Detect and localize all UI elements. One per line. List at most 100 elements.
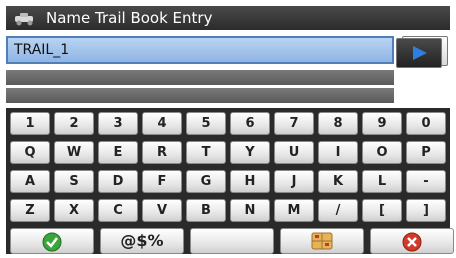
title-bar: Name Trail Book Entry bbox=[6, 6, 450, 30]
key[interactable]: 0 bbox=[406, 112, 446, 135]
keyboard-layout-icon bbox=[311, 232, 333, 250]
key-label: 3 bbox=[113, 116, 123, 131]
key-label: P bbox=[421, 145, 431, 160]
key[interactable]: M bbox=[274, 199, 314, 222]
key[interactable]: 7 bbox=[274, 112, 314, 135]
key[interactable]: D bbox=[98, 170, 138, 193]
key-label: 1 bbox=[25, 116, 35, 131]
key-label: G bbox=[200, 174, 212, 189]
key-label: 6 bbox=[245, 116, 255, 131]
key[interactable]: Q bbox=[10, 141, 50, 164]
key-label: 5 bbox=[201, 116, 211, 131]
key-label: V bbox=[156, 203, 168, 218]
key[interactable]: S bbox=[54, 170, 94, 193]
key[interactable]: R bbox=[142, 141, 182, 164]
key[interactable]: 5 bbox=[186, 112, 226, 135]
play-arrow-icon bbox=[413, 46, 427, 60]
key[interactable]: / bbox=[318, 199, 358, 222]
key[interactable]: G bbox=[186, 170, 226, 193]
key[interactable]: B bbox=[186, 199, 226, 222]
key-label: B bbox=[201, 203, 211, 218]
key[interactable]: 1 bbox=[10, 112, 50, 135]
key[interactable]: W bbox=[54, 141, 94, 164]
checkmark-icon bbox=[42, 232, 62, 252]
key[interactable]: 6 bbox=[230, 112, 270, 135]
key[interactable]: 9 bbox=[362, 112, 402, 135]
next-button[interactable] bbox=[396, 38, 442, 68]
key[interactable]: H bbox=[230, 170, 270, 193]
key[interactable]: K bbox=[318, 170, 358, 193]
key[interactable]: P bbox=[406, 141, 446, 164]
key-label: L bbox=[377, 174, 387, 189]
key-label: J bbox=[291, 174, 297, 189]
key[interactable]: V bbox=[142, 199, 182, 222]
key-label: 2 bbox=[69, 116, 79, 131]
key[interactable]: J bbox=[274, 170, 314, 193]
key[interactable]: T bbox=[186, 141, 226, 164]
key-label: E bbox=[113, 145, 123, 160]
key-label: T bbox=[201, 145, 211, 160]
suggestion-bar-2 bbox=[6, 88, 394, 103]
key[interactable]: F bbox=[142, 170, 182, 193]
key-label: 7 bbox=[289, 116, 299, 131]
key-label: - bbox=[423, 174, 429, 189]
suggestion-bar-1 bbox=[6, 70, 394, 85]
name-field[interactable]: TRAIL_1 bbox=[6, 36, 394, 64]
key[interactable]: 4 bbox=[142, 112, 182, 135]
key-label: R bbox=[156, 145, 167, 160]
key[interactable]: - bbox=[406, 170, 446, 193]
key[interactable]: Z bbox=[10, 199, 50, 222]
key[interactable]: N bbox=[230, 199, 270, 222]
input-row: TRAIL_1 bbox=[6, 34, 450, 68]
key-label: K bbox=[332, 174, 344, 189]
key-label: M bbox=[287, 203, 301, 218]
key-label: 8 bbox=[333, 116, 343, 131]
space-button[interactable] bbox=[190, 228, 274, 254]
key-label: X bbox=[68, 203, 80, 218]
key[interactable]: U bbox=[274, 141, 314, 164]
key-label: C bbox=[113, 203, 123, 218]
key-label: I bbox=[335, 145, 341, 160]
key[interactable]: 2 bbox=[54, 112, 94, 135]
key[interactable]: A bbox=[10, 170, 50, 193]
key[interactable]: C bbox=[98, 199, 138, 222]
key-label: Y bbox=[245, 145, 255, 160]
key-label: Q bbox=[24, 145, 36, 160]
key[interactable]: L bbox=[362, 170, 402, 193]
page-title: Name Trail Book Entry bbox=[46, 9, 213, 27]
key-label: U bbox=[288, 145, 300, 160]
key[interactable]: I bbox=[318, 141, 358, 164]
key[interactable]: Y bbox=[230, 141, 270, 164]
key[interactable]: X bbox=[54, 199, 94, 222]
on-screen-keyboard: 1 2 3 4 5 6 7 8 9 0 Q W E R T Y U I O P A S D F G H J K L - Z X C V B N M / []… bbox=[6, 108, 454, 254]
key[interactable]: O bbox=[362, 141, 402, 164]
key[interactable]: 8 bbox=[318, 112, 358, 135]
key-label: S bbox=[69, 174, 79, 189]
vehicle-icon bbox=[12, 10, 38, 26]
key-label: 9 bbox=[377, 116, 387, 131]
key-label: 4 bbox=[157, 116, 167, 131]
close-x-icon bbox=[402, 232, 422, 252]
key-label: D bbox=[112, 174, 124, 189]
key-label: N bbox=[244, 203, 256, 218]
key-label: ] bbox=[423, 203, 429, 218]
key-label: O bbox=[376, 145, 388, 160]
key[interactable]: [ bbox=[362, 199, 402, 222]
key-label: A bbox=[24, 174, 36, 189]
key[interactable]: ] bbox=[406, 199, 446, 222]
key-label: [ bbox=[379, 203, 385, 218]
key-label: Z bbox=[25, 203, 35, 218]
symbols-label: @$% bbox=[120, 231, 164, 250]
ok-button[interactable] bbox=[10, 228, 94, 254]
key[interactable]: E bbox=[98, 141, 138, 164]
key-label: 0 bbox=[421, 116, 431, 131]
key-label: W bbox=[66, 145, 82, 160]
key-label: / bbox=[335, 203, 341, 218]
screen: Name Trail Book Entry TRAIL_1 1 2 3 4 5 6 7 8 9 0… bbox=[0, 0, 456, 258]
key[interactable]: 3 bbox=[98, 112, 138, 135]
key-label: F bbox=[157, 174, 167, 189]
keyboard-layout-button[interactable] bbox=[280, 228, 364, 254]
cancel-button[interactable] bbox=[370, 228, 454, 254]
symbols-button[interactable]: @$% bbox=[100, 228, 184, 254]
key-label: H bbox=[244, 174, 256, 189]
